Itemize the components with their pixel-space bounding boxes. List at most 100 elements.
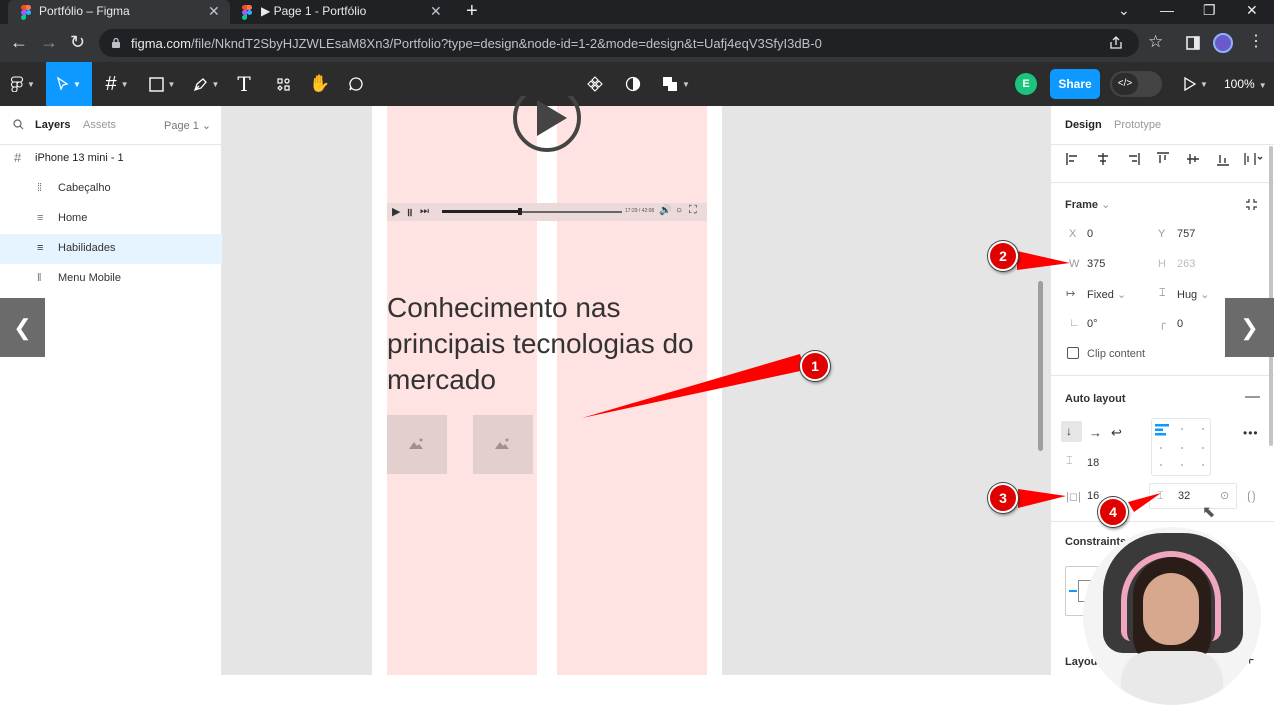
volume-icon[interactable]: 🔊 <box>659 205 671 216</box>
restore-icon[interactable]: ❐ <box>1203 2 1216 19</box>
rotation-input[interactable]: 0° <box>1087 318 1098 330</box>
gap-icon: ⌶ <box>1066 455 1073 467</box>
zoom-level-dropdown[interactable]: 100% ▼ <box>1224 77 1267 91</box>
frame-section-title[interactable]: Frame ⌄ <box>1065 198 1110 211</box>
profile-avatar[interactable] <box>1213 33 1233 53</box>
new-tab-button[interactable]: + <box>466 0 478 23</box>
progress-thumb[interactable] <box>518 208 522 215</box>
w-input[interactable]: 375 <box>1087 258 1105 270</box>
annotation-arrow <box>1018 489 1066 508</box>
text-tool-button[interactable]: T <box>228 62 260 106</box>
forward-arrow-icon[interactable]: → <box>40 32 58 52</box>
vertical-padding-input[interactable]: 32 <box>1178 490 1190 502</box>
auto-layout-horizontal-icon: ⁞⁞ <box>37 182 42 194</box>
search-icon[interactable] <box>13 119 24 130</box>
direction-horizontal-icon[interactable]: → <box>1089 425 1102 440</box>
shape-tool-button[interactable]: ▼ <box>140 62 184 106</box>
corner-radius-input[interactable]: 0 <box>1177 318 1183 330</box>
canvas-scrollbar[interactable] <box>1038 281 1043 451</box>
play-circle-icon[interactable] <box>512 96 582 156</box>
minimize-icon[interactable]: — <box>1160 2 1174 18</box>
image-placeholder[interactable] <box>473 415 533 474</box>
align-right-icon[interactable] <box>1125 151 1141 167</box>
settings-circle-icon[interactable]: ○ <box>676 205 682 216</box>
divider <box>1051 144 1274 145</box>
tab-figma[interactable]: Portfólio – Figma ✕ <box>8 0 230 24</box>
side-panel-icon[interactable] <box>1186 36 1200 50</box>
close-tab-icon[interactable]: ✕ <box>430 3 442 20</box>
share-button[interactable]: Share <box>1050 69 1100 99</box>
layer-habilidades[interactable]: ≡ Habilidades <box>0 234 222 264</box>
tab-design[interactable]: Design <box>1065 119 1102 131</box>
browser-menu-icon[interactable]: ⋮ <box>1248 32 1264 52</box>
align-bottom-icon[interactable] <box>1215 151 1231 167</box>
cursor-arrow-icon <box>57 77 69 91</box>
reload-icon[interactable]: ↻ <box>70 32 85 52</box>
dev-mode-toggle[interactable]: </> <box>1110 71 1162 97</box>
skip-forward-icon[interactable]: ⏭ <box>420 206 429 217</box>
mask-button[interactable] <box>620 62 646 106</box>
bookmark-star-icon[interactable]: ☆ <box>1148 32 1163 52</box>
direction-vertical-button[interactable]: ↓ <box>1061 421 1082 442</box>
layer-cabecalho[interactable]: ⁞⁞ Cabeçalho <box>0 174 222 204</box>
user-avatar[interactable]: E <box>1015 73 1037 95</box>
resources-icon <box>276 77 290 91</box>
comment-tool-button[interactable] <box>340 62 372 106</box>
corner-radius-icon: ╭ <box>1159 318 1166 330</box>
pause-icon[interactable]: ॥ <box>406 205 413 220</box>
resources-tool-button[interactable] <box>266 62 300 106</box>
page-selector[interactable]: Page 1 ⌄ <box>164 119 211 132</box>
close-window-icon[interactable]: ✕ <box>1246 2 1258 19</box>
present-button[interactable]: ▼ <box>1178 62 1214 106</box>
distribute-icon[interactable] <box>1243 151 1265 167</box>
align-vertical-center-icon[interactable] <box>1185 151 1201 167</box>
align-left-icon[interactable] <box>1065 151 1081 167</box>
tab-assets[interactable]: Assets <box>83 119 116 131</box>
tab-search-icon[interactable]: ⌄ <box>1118 2 1130 19</box>
audio-player-bar[interactable]: ▶ ॥ ⏭ 17:29 / 42:08 🔊 ○ ⛶ <box>387 203 707 221</box>
share-page-icon[interactable] <box>1109 36 1123 50</box>
y-input[interactable]: 757 <box>1177 228 1195 240</box>
layer-frame-iphone[interactable]: # iPhone 13 mini - 1 <box>0 144 222 174</box>
h-input[interactable]: 263 <box>1177 258 1195 270</box>
close-tab-icon[interactable]: ✕ <box>208 3 220 20</box>
width-resizing-dropdown[interactable]: Fixed ⌄ <box>1087 288 1126 301</box>
variable-icon[interactable]: ⊙ <box>1220 489 1229 502</box>
constraint-left-bar[interactable] <box>1069 590 1077 592</box>
move-tool-button[interactable]: ▼ <box>46 62 92 106</box>
tab-layers[interactable]: Layers <box>35 119 70 131</box>
boolean-button[interactable]: ▼ <box>658 62 694 106</box>
main-menu-button[interactable]: ▼ <box>0 62 46 106</box>
image-placeholder[interactable] <box>387 415 447 474</box>
frame-tool-button[interactable]: # ▼ <box>96 62 138 106</box>
component-button[interactable] <box>582 62 608 106</box>
x-input[interactable]: 0 <box>1087 228 1093 240</box>
layer-home[interactable]: ≡ Home <box>0 204 222 234</box>
hand-tool-button[interactable]: ✋ <box>304 62 336 106</box>
play-icon[interactable]: ▶ <box>392 205 400 218</box>
tab-portfolio[interactable]: ▶ Page 1 - Portfólio ✕ <box>232 0 452 24</box>
previous-slide-button[interactable]: ❮ <box>0 298 45 357</box>
horizontal-padding-input[interactable]: 16 <box>1087 490 1099 502</box>
url-bar[interactable]: figma.com/file/NkndT2SbyHJZWLEsaM8Xn3/Po… <box>99 29 1139 57</box>
remove-auto-layout-icon[interactable]: — <box>1245 388 1260 405</box>
align-top-icon[interactable] <box>1155 151 1171 167</box>
back-arrow-icon[interactable]: ← <box>10 32 28 52</box>
individual-padding-icon[interactable]: ⟮⟯ <box>1247 488 1256 504</box>
align-horizontal-center-icon[interactable] <box>1095 151 1111 167</box>
next-slide-button[interactable]: ❯ <box>1225 298 1274 357</box>
panel-scrollbar[interactable] <box>1269 146 1273 446</box>
x-label: X <box>1069 228 1077 240</box>
gap-input[interactable]: 18 <box>1087 457 1099 469</box>
tab-prototype[interactable]: Prototype <box>1114 119 1161 131</box>
divider <box>1051 521 1274 522</box>
alignment-grid[interactable] <box>1151 418 1211 476</box>
pen-tool-button[interactable]: ▼ <box>186 62 226 106</box>
more-options-icon[interactable]: ••• <box>1243 426 1259 440</box>
layer-menu-mobile[interactable]: ǁ Menu Mobile <box>0 264 222 294</box>
resize-to-fit-icon[interactable] <box>1245 198 1258 211</box>
fullscreen-icon[interactable]: ⛶ <box>689 204 697 217</box>
height-resizing-dropdown[interactable]: Hug ⌄ <box>1177 288 1209 301</box>
direction-wrap-icon[interactable]: ↩ <box>1111 425 1122 441</box>
clip-content-checkbox[interactable] <box>1067 347 1079 359</box>
